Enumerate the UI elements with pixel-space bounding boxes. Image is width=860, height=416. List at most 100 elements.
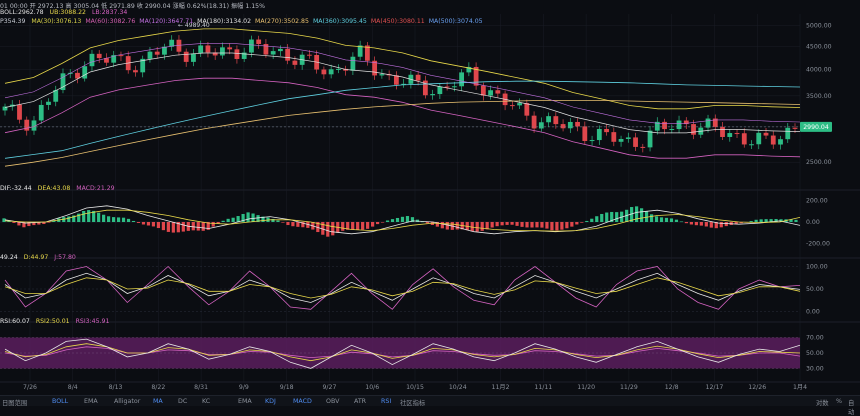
chart-stage[interactable]: 7/26 8/4 8/13 8/22 8/31 9/9 9/18 9/27 10/6 10/15 1… — [0, 0, 860, 405]
candle-body — [770, 135, 776, 145]
macd-hist-bar — [560, 222, 564, 230]
candle-body — [538, 122, 544, 129]
macd-hist-bar — [530, 222, 534, 228]
toolbar-item-dc[interactable]: DC — [178, 398, 187, 405]
candle-body — [495, 90, 501, 94]
boll-lower-line — [4, 77, 801, 159]
macd-hist-bar — [236, 216, 240, 222]
macd-hist-bar — [395, 217, 400, 222]
candle-body — [415, 74, 421, 81]
macd-hist-bar — [341, 222, 345, 231]
toolbar-right-1[interactable]: % — [836, 398, 842, 405]
candle-body — [524, 103, 530, 116]
last-price-tag-text: 2990.04 — [803, 124, 829, 131]
x-tick-label: 9/18 — [280, 384, 294, 391]
toolbar-item-boll[interactable]: BOLL — [52, 398, 68, 405]
candle-body — [17, 104, 22, 120]
toolbar-item-alligator[interactable]: Alligator — [114, 398, 140, 405]
toolbar-item-atr[interactable]: ATR — [354, 398, 366, 405]
kdj-header: 49.24 D:44.97 J:57.80 — [0, 254, 80, 261]
macd-hist-bar — [326, 222, 330, 237]
toolbar-right-2[interactable]: 自动 — [848, 398, 860, 416]
chart-svg[interactable]: 7/26 8/4 8/13 8/22 8/31 9/9 9/18 9/27 10/6 10/15 1… — [0, 0, 860, 405]
candle-body — [625, 137, 631, 139]
macd-hist-bar — [375, 222, 380, 225]
ma-value-7: MA(500):3074.05 — [428, 18, 483, 25]
toolbar-item-obv[interactable]: OBV — [326, 398, 339, 405]
macd-tick-label: -200.00 — [806, 241, 830, 248]
candle-body — [285, 48, 291, 61]
toolbar-right-0[interactable]: 对数 — [816, 398, 829, 407]
candle-body — [727, 133, 733, 137]
macd-hist-bar — [709, 222, 713, 228]
x-tick-label: 10/6 — [365, 384, 379, 391]
macd-hist-bar — [664, 217, 669, 222]
macd-hist-bar — [97, 212, 101, 222]
candle-body — [183, 51, 189, 62]
macd-hist-bar — [689, 222, 693, 225]
macd-hist-bar — [510, 222, 514, 225]
toolbar-item-日图范围[interactable]: 日图范围 — [2, 398, 27, 407]
candle-body — [633, 137, 638, 147]
candle-body — [517, 103, 522, 106]
macd-hist-bar — [555, 222, 559, 231]
toolbar-item-kdj[interactable]: KDJ — [265, 398, 276, 405]
macd-macd: MACD:21.29 — [76, 185, 115, 192]
candle-body — [270, 51, 276, 55]
x-tick-label: 11/29 — [620, 384, 638, 391]
ma-value-0: MA(30):3076.13 — [31, 18, 82, 25]
y-tick-label: 3500.00 — [806, 93, 832, 100]
toolbar-item-ema[interactable]: EMA — [238, 398, 252, 405]
toolbar-item-macd[interactable]: MACD — [293, 398, 312, 405]
rsi-tick-label: 50.00 — [806, 350, 824, 357]
ma-value-2: MA(120):3647.71 — [139, 18, 194, 25]
macd-hist-bar — [211, 222, 215, 227]
macd-hist-bar — [525, 222, 529, 228]
macd-hist-bar — [151, 222, 156, 227]
candle-body — [249, 39, 254, 53]
macd-hist-bar — [226, 218, 230, 222]
y-tick-label: 5000.00 — [806, 22, 832, 29]
candle-body — [734, 133, 740, 135]
macd-hist-bar — [196, 222, 200, 231]
x-tick-label: 7/26 — [23, 384, 37, 391]
x-tick-label: 1月4 — [793, 384, 807, 391]
indicator-toolbar: 日图范围 BOLL EMA Alligator MA DC KC EMA KDJ MACD OBV A… — [0, 395, 860, 416]
rsi-3: RSI3:45.91 — [75, 318, 110, 325]
macd-tick-label: 0.00 — [806, 219, 820, 226]
macd-hist-bar — [644, 211, 649, 222]
x-tick-label: 8/22 — [151, 384, 165, 391]
macd-hist-bar — [161, 222, 165, 231]
macd-hist-bar — [475, 222, 479, 232]
candle-body — [647, 130, 653, 148]
macd-hist-bar — [674, 219, 679, 222]
candle-body — [147, 51, 153, 59]
toolbar-item-ema[interactable]: EMA — [84, 398, 98, 405]
toolbar-item-rsi[interactable]: RSI — [381, 398, 391, 405]
rsi-2: RSI2:50.01 — [35, 318, 70, 325]
macd-hist-bar — [615, 212, 619, 222]
toolbar-item-社区指标[interactable]: 社区指标 — [400, 398, 425, 407]
macd-hist-bar — [515, 222, 519, 226]
macd-hist-bar — [221, 220, 225, 222]
x-tick-label: 11/20 — [577, 384, 595, 391]
macd-tick-label: 200.00 — [806, 197, 828, 204]
macd-hist-bar — [545, 222, 549, 229]
candle-body — [430, 94, 436, 96]
macd-hist-bar — [171, 222, 175, 233]
candle-body — [509, 105, 515, 107]
macd-hist-bar — [635, 206, 639, 222]
candle-body — [82, 66, 88, 79]
toolbar-item-kc[interactable]: KC — [202, 398, 210, 405]
toolbar-item-ma[interactable]: MA — [153, 398, 163, 405]
kdj-tick-label: 50.00 — [806, 286, 824, 293]
candle-body — [154, 51, 160, 55]
macd-hist-bar — [121, 217, 126, 222]
candle-body — [46, 101, 51, 105]
candle-body — [307, 54, 312, 56]
boll-upper-line — [4, 28, 801, 110]
candle-body — [393, 75, 399, 85]
kdj-k: 49.24 — [0, 254, 18, 261]
candle-body — [451, 86, 457, 88]
x-tick-label: 11月2 — [492, 384, 510, 391]
